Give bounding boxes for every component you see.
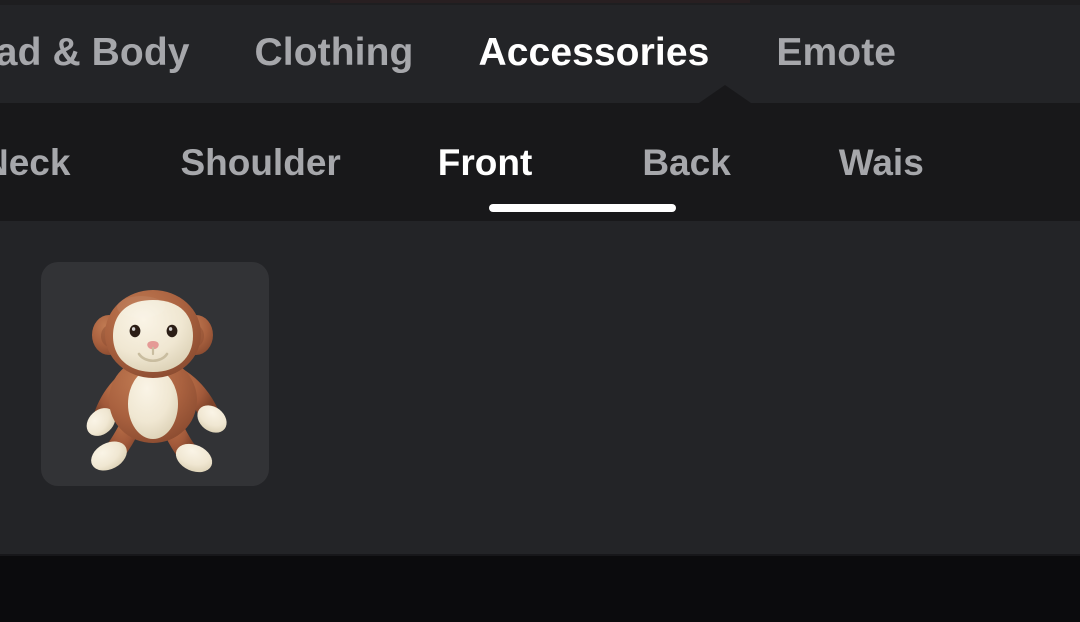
subcategory-tab-shoulder[interactable]: Shoulder [180, 144, 340, 181]
active-subcategory-underline [489, 204, 676, 212]
subcategory-tab-back[interactable]: Back [642, 144, 730, 181]
subcategory-tab-neck[interactable]: Neck [0, 144, 70, 181]
top-edge-highlight [330, 0, 750, 3]
category-tab-accessories[interactable]: Accessories [478, 33, 709, 72]
bottom-safe-area [0, 556, 1080, 622]
subcategory-tab-front[interactable]: Front [438, 144, 533, 181]
category-tab-clothing[interactable]: Clothing [255, 33, 414, 72]
subcategory-scroll-strip[interactable]: Neck Shoulder Front Back Wais [0, 103, 924, 221]
accessory-item-grid[interactable] [41, 262, 269, 486]
primary-category-tabs[interactable]: ead & Body Clothing Accessories Emote [0, 5, 1080, 99]
category-tab-emotes[interactable]: Emote [776, 33, 896, 72]
avatar-editor-screen: ead & Body Clothing Accessories Emote Ne… [0, 0, 1080, 622]
item-card-monkey-plush[interactable] [41, 262, 269, 486]
monkey-plush-icon [86, 290, 227, 473]
subcategory-tab-waist[interactable]: Wais [839, 144, 924, 181]
active-tab-caret-icon [699, 85, 751, 103]
category-tab-head-and-body[interactable]: ead & Body [0, 33, 190, 72]
